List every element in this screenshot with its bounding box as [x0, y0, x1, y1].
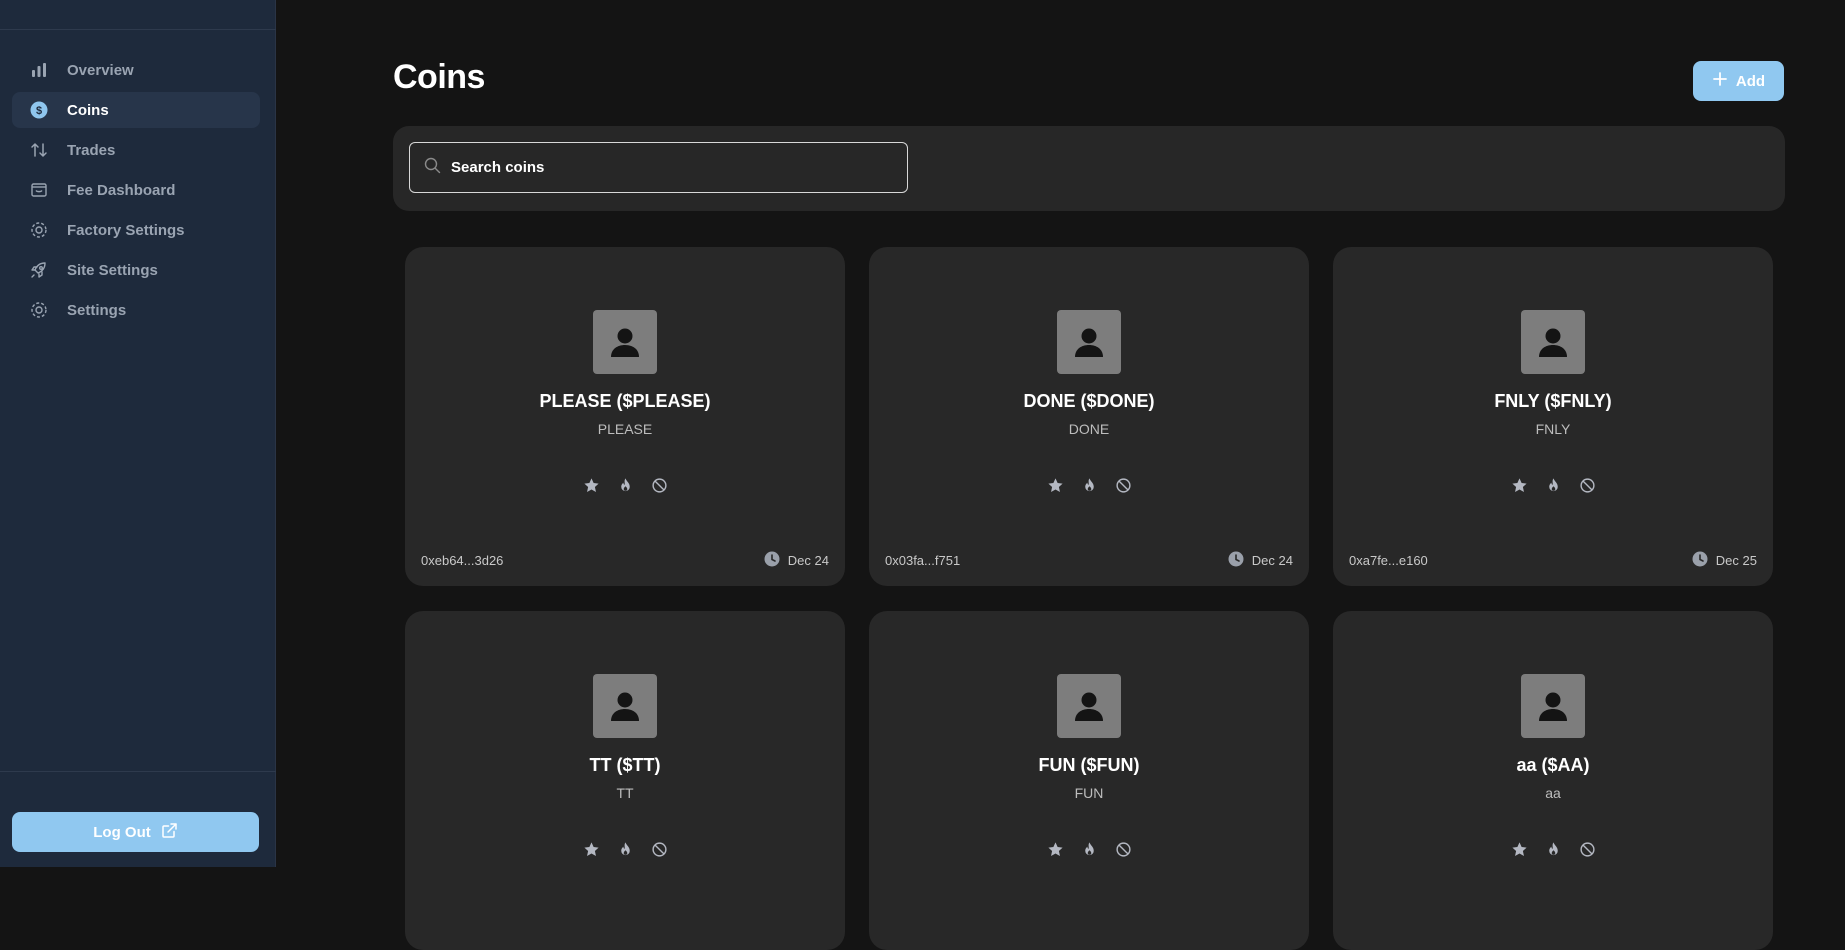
rocket-icon	[29, 260, 49, 280]
search-input[interactable]	[449, 158, 893, 177]
coin-name: FUN	[1074, 785, 1104, 801]
coin-actions	[869, 840, 1309, 858]
coin-card[interactable]: aa ($AA) aa	[1333, 611, 1773, 950]
coin-name: TT	[616, 785, 634, 801]
fire-icon[interactable]	[616, 476, 634, 494]
ban-icon[interactable]	[1578, 840, 1596, 858]
sidebar-item-label: Fee Dashboard	[67, 181, 176, 199]
sidebar-item-factory-settings[interactable]: Factory Settings	[12, 212, 260, 248]
inbox-icon	[29, 180, 49, 200]
sidebar-item-label: Factory Settings	[67, 221, 185, 239]
star-icon[interactable]	[1510, 840, 1528, 858]
fire-icon[interactable]	[1544, 840, 1562, 858]
date-label: Dec 24	[1251, 553, 1293, 568]
coin-card[interactable]: FNLY ($FNLY) FNLY 0xa7fe...e160 Dec 25	[1333, 247, 1773, 586]
plus-icon	[1712, 71, 1728, 91]
clock-icon	[764, 551, 780, 570]
logout-button[interactable]: Log Out	[12, 812, 259, 852]
add-button[interactable]: Add	[1693, 61, 1784, 101]
coin-card[interactable]: TT ($TT) TT	[405, 611, 845, 950]
coin-actions	[1333, 840, 1773, 858]
sidebar-item-label: Overview	[67, 61, 134, 79]
sidebar-item-label: Trades	[67, 141, 116, 159]
sidebar-item-settings[interactable]: Settings	[12, 292, 260, 328]
svg-text:$: $	[36, 105, 42, 117]
coin-card[interactable]: DONE ($DONE) DONE 0x03fa...f751 Dec 24	[869, 247, 1309, 586]
coin-title: FUN ($FUN)	[1038, 755, 1140, 775]
star-icon[interactable]	[1046, 476, 1064, 494]
coin-date: Dec 24	[1228, 551, 1293, 570]
coin-actions	[1333, 476, 1773, 494]
coin-title: FNLY ($FNLY)	[1494, 391, 1612, 411]
sidebar-item-coins[interactable]: $ Coins	[12, 92, 260, 128]
fire-icon[interactable]	[1080, 476, 1098, 494]
coin-avatar	[1057, 674, 1121, 738]
coin-name: DONE	[1068, 421, 1110, 437]
sidebar-item-fee-dashboard[interactable]: Fee Dashboard	[12, 172, 260, 208]
contract-address: 0xa7fe...e160	[1349, 553, 1428, 568]
arrows-up-down-icon	[29, 140, 49, 160]
gear-icon	[29, 220, 49, 240]
coin-avatar	[1521, 674, 1585, 738]
ban-icon[interactable]	[1114, 476, 1132, 494]
add-label: Add	[1735, 72, 1766, 90]
coin-date: Dec 25	[1692, 551, 1757, 570]
fire-icon[interactable]	[1544, 476, 1562, 494]
sidebar-item-label: Coins	[67, 101, 109, 119]
coin-date: Dec 24	[764, 551, 829, 570]
ban-icon[interactable]	[1578, 476, 1596, 494]
coin-title: aa ($AA)	[1516, 755, 1590, 775]
external-link-icon	[161, 822, 178, 843]
sidebar-item-label: Settings	[67, 301, 127, 319]
search-box[interactable]	[409, 142, 908, 193]
coin-title: TT ($TT)	[589, 755, 661, 775]
coin-actions	[869, 476, 1309, 494]
coin-avatar	[1057, 310, 1121, 374]
search-panel	[393, 126, 1785, 211]
divider	[0, 29, 276, 30]
ban-icon[interactable]	[650, 840, 668, 858]
coin-name: PLEASE	[597, 421, 653, 437]
clock-icon	[1228, 551, 1244, 570]
fire-icon[interactable]	[1080, 840, 1098, 858]
logout-label: Log Out	[93, 823, 151, 841]
coin-title: DONE ($DONE)	[1023, 391, 1155, 411]
fire-icon[interactable]	[616, 840, 634, 858]
star-icon[interactable]	[1510, 476, 1528, 494]
coin-card[interactable]: PLEASE ($PLEASE) PLEASE 0xeb64...3d26 De…	[405, 247, 845, 586]
sidebar: Overview $ Coins Trades Fee Dashboard Fa…	[0, 0, 276, 867]
sidebar-item-label: Site Settings	[67, 261, 158, 279]
coin-card[interactable]: FUN ($FUN) FUN	[869, 611, 1309, 950]
star-icon[interactable]	[582, 476, 600, 494]
sidebar-item-overview[interactable]: Overview	[12, 52, 260, 88]
bar-chart-icon	[29, 60, 49, 80]
star-icon[interactable]	[1046, 840, 1064, 858]
divider	[0, 771, 276, 772]
coin-name: FNLY	[1535, 421, 1571, 437]
clock-icon	[1692, 551, 1708, 570]
sidebar-item-site-settings[interactable]: Site Settings	[12, 252, 260, 288]
ban-icon[interactable]	[1114, 840, 1132, 858]
coin-avatar	[593, 310, 657, 374]
coin-avatar	[1521, 310, 1585, 374]
page-title: Coins	[393, 58, 485, 96]
ban-icon[interactable]	[650, 476, 668, 494]
sidebar-nav: Overview $ Coins Trades Fee Dashboard Fa…	[12, 52, 260, 332]
date-label: Dec 24	[787, 553, 829, 568]
date-label: Dec 25	[1715, 553, 1757, 568]
search-icon	[424, 157, 441, 179]
coin-actions	[405, 840, 845, 858]
gear-icon	[29, 300, 49, 320]
contract-address: 0xeb64...3d26	[421, 553, 504, 568]
star-icon[interactable]	[582, 840, 600, 858]
coin-name: aa	[1545, 785, 1561, 801]
coin-avatar	[593, 674, 657, 738]
coin-actions	[405, 476, 845, 494]
coin-title: PLEASE ($PLEASE)	[539, 391, 711, 411]
contract-address: 0x03fa...f751	[885, 553, 961, 568]
dollar-circle-icon: $	[29, 100, 49, 120]
sidebar-item-trades[interactable]: Trades	[12, 132, 260, 168]
